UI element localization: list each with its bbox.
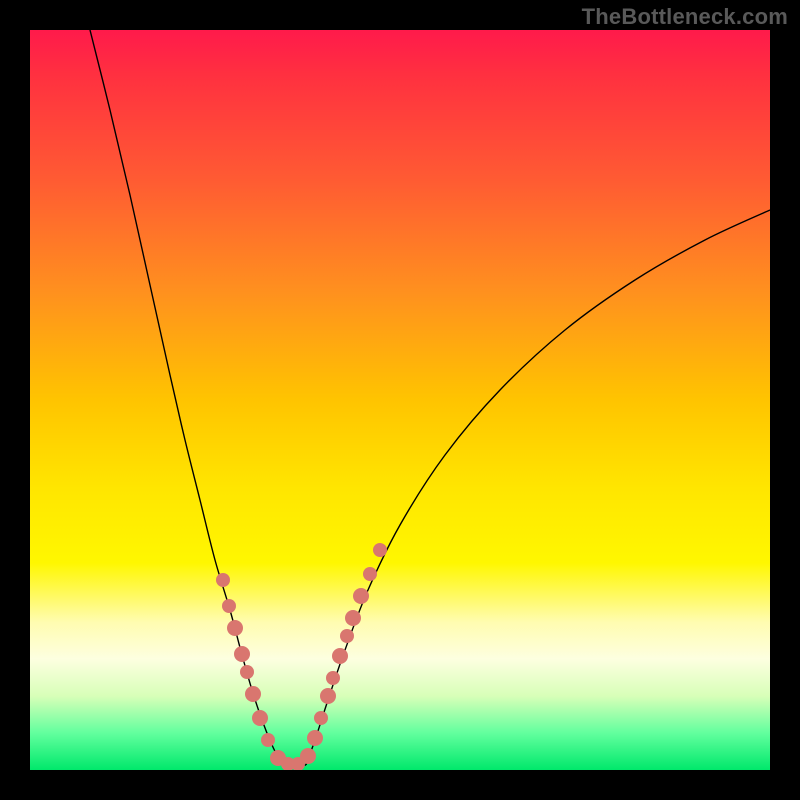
data-dot (222, 599, 236, 613)
data-dot (314, 711, 328, 725)
data-dot (363, 567, 377, 581)
curve-right-path (306, 210, 770, 765)
data-dot (326, 671, 340, 685)
data-dot (240, 665, 254, 679)
data-dot (320, 688, 336, 704)
data-dot (216, 573, 230, 587)
plot-area (30, 30, 770, 770)
data-dot (340, 629, 354, 643)
data-dot (307, 730, 323, 746)
data-dot (261, 733, 275, 747)
data-dot (234, 646, 250, 662)
data-dot (332, 648, 348, 664)
curve-left-path (90, 30, 282, 765)
watermark-label: TheBottleneck.com (582, 4, 788, 30)
curve-overlay (30, 30, 770, 770)
data-dot (252, 710, 268, 726)
data-dot (345, 610, 361, 626)
data-dot (245, 686, 261, 702)
data-dot (373, 543, 387, 557)
scatter-dots (216, 543, 387, 770)
data-dot (300, 748, 316, 764)
data-dot (227, 620, 243, 636)
data-dot (353, 588, 369, 604)
chart-frame: TheBottleneck.com (0, 0, 800, 800)
